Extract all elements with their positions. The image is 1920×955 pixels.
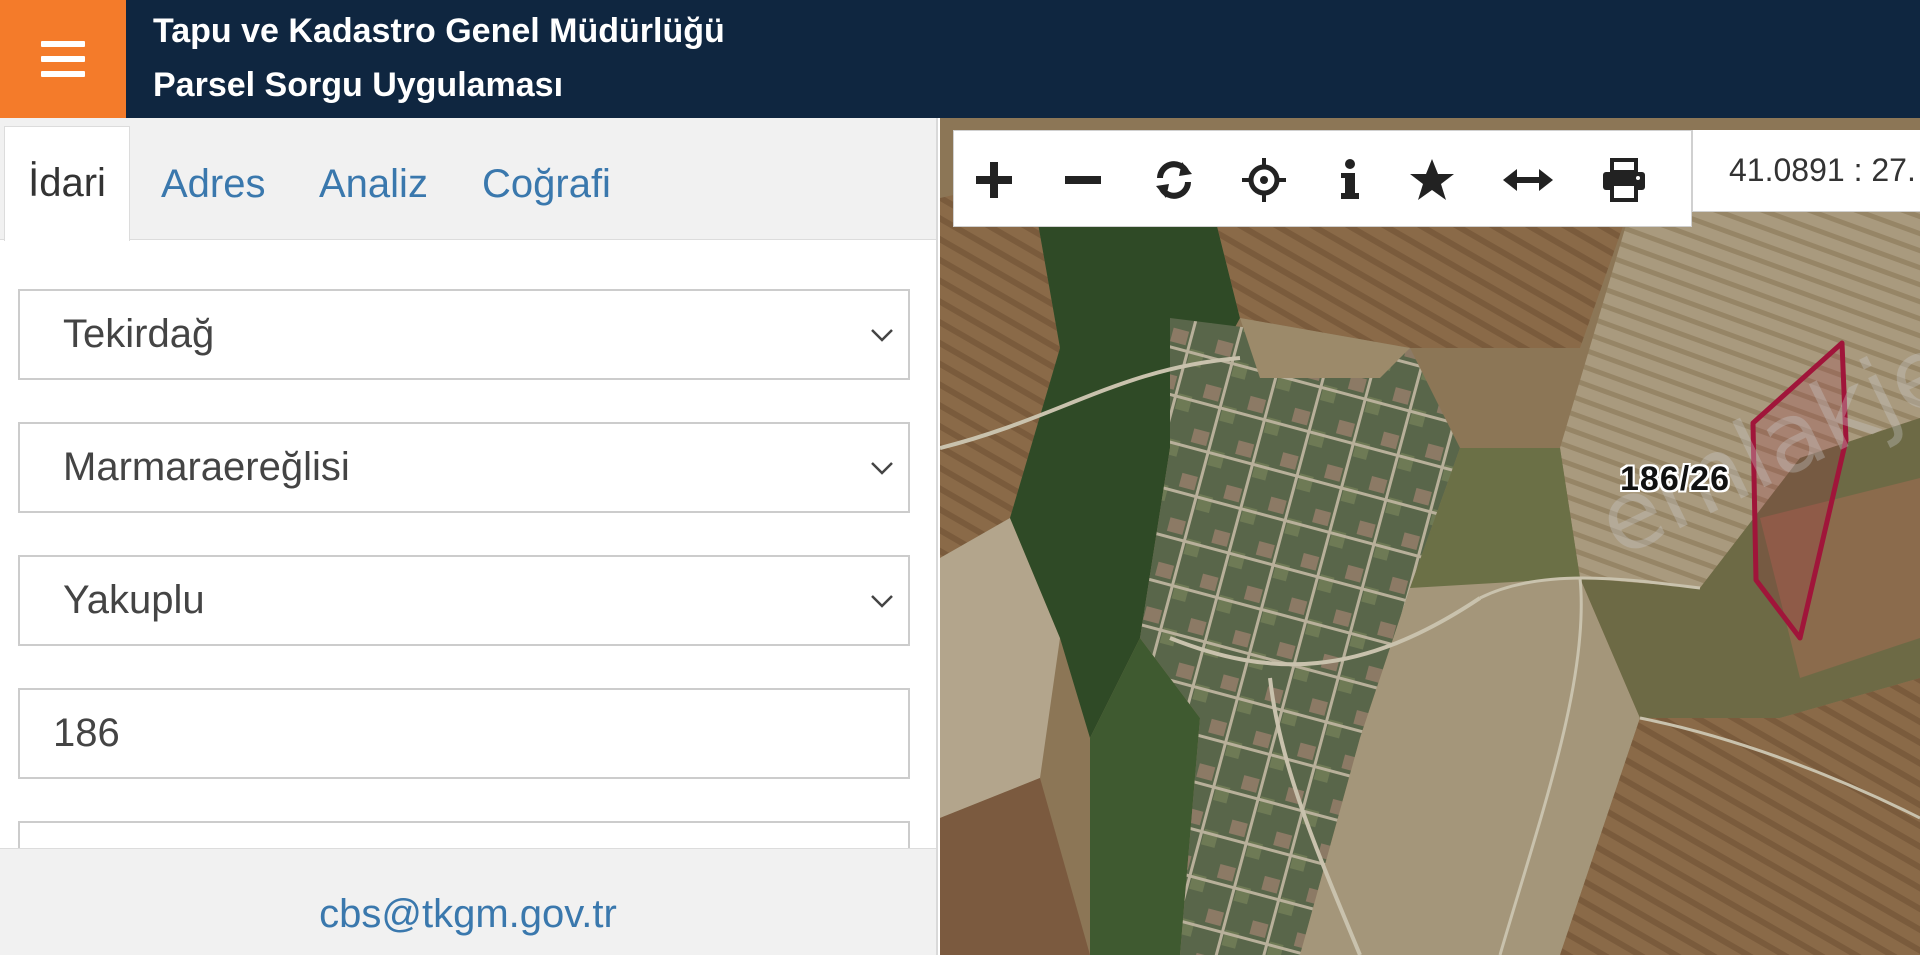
print-icon <box>1603 158 1645 202</box>
locate-button[interactable] <box>1237 153 1291 207</box>
tab-bar: İdari Adres Analiz Coğrafi <box>0 118 936 241</box>
refresh-button[interactable] <box>1147 153 1201 207</box>
zoom-out-button[interactable] <box>1056 153 1110 207</box>
tab-idari[interactable]: İdari <box>4 126 130 241</box>
chevron-down-icon <box>871 462 893 475</box>
measure-icon <box>1503 169 1553 191</box>
info-button[interactable] <box>1323 153 1377 207</box>
app-title: Tapu ve Kadastro Genel Müdürlüğü Parsel … <box>153 4 725 112</box>
hamburger-menu-icon <box>41 41 85 77</box>
chevron-down-icon <box>871 595 893 608</box>
zoom-in-button[interactable] <box>967 153 1021 207</box>
tab-analiz[interactable]: Analiz <box>319 128 428 240</box>
app-title-line2: Parsel Sorgu Uygulaması <box>153 66 564 104</box>
favorite-button[interactable] <box>1405 153 1459 207</box>
contact-email-link[interactable]: cbs@tkgm.gov.tr <box>319 892 617 936</box>
footer: cbs@tkgm.gov.tr <box>0 848 936 955</box>
refresh-icon <box>1156 161 1192 199</box>
parcel-label: 186/26 <box>1620 460 1730 498</box>
zoom-out-icon <box>1065 176 1101 184</box>
zoom-in-icon <box>976 162 1012 198</box>
chevron-down-icon <box>871 329 893 342</box>
satellite-imagery <box>940 118 1920 955</box>
print-button[interactable] <box>1597 153 1651 207</box>
locate-icon <box>1242 158 1286 202</box>
neighborhood-select-value: Yakuplu <box>63 578 205 622</box>
province-select[interactable]: Tekirdağ <box>18 289 910 380</box>
province-select-value: Tekirdağ <box>63 312 215 356</box>
app-title-line1: Tapu ve Kadastro Genel Müdürlüğü <box>153 12 725 50</box>
app-header: Tapu ve Kadastro Genel Müdürlüğü Parsel … <box>0 0 1920 118</box>
block-number-value: 186 <box>53 711 120 755</box>
map-toolbar <box>953 130 1692 227</box>
favorite-star-icon <box>1410 159 1454 200</box>
info-icon <box>1341 159 1359 199</box>
neighborhood-select[interactable]: Yakuplu <box>18 555 910 646</box>
district-select[interactable]: Marmaraereğlisi <box>18 422 910 513</box>
district-select-value: Marmaraereğlisi <box>63 445 350 489</box>
tab-cografi[interactable]: Coğrafi <box>482 128 611 240</box>
tab-adres[interactable]: Adres <box>161 128 266 240</box>
map-view[interactable]: emlakjet.com <box>940 118 1920 955</box>
coordinate-readout: 41.0891 : 27. <box>1692 130 1920 212</box>
menu-button[interactable] <box>0 0 126 118</box>
measure-button[interactable] <box>1501 153 1555 207</box>
query-panel: İdari Adres Analiz Coğrafi Tekirdağ Marm… <box>0 118 938 955</box>
block-number-input[interactable]: 186 <box>18 688 910 779</box>
